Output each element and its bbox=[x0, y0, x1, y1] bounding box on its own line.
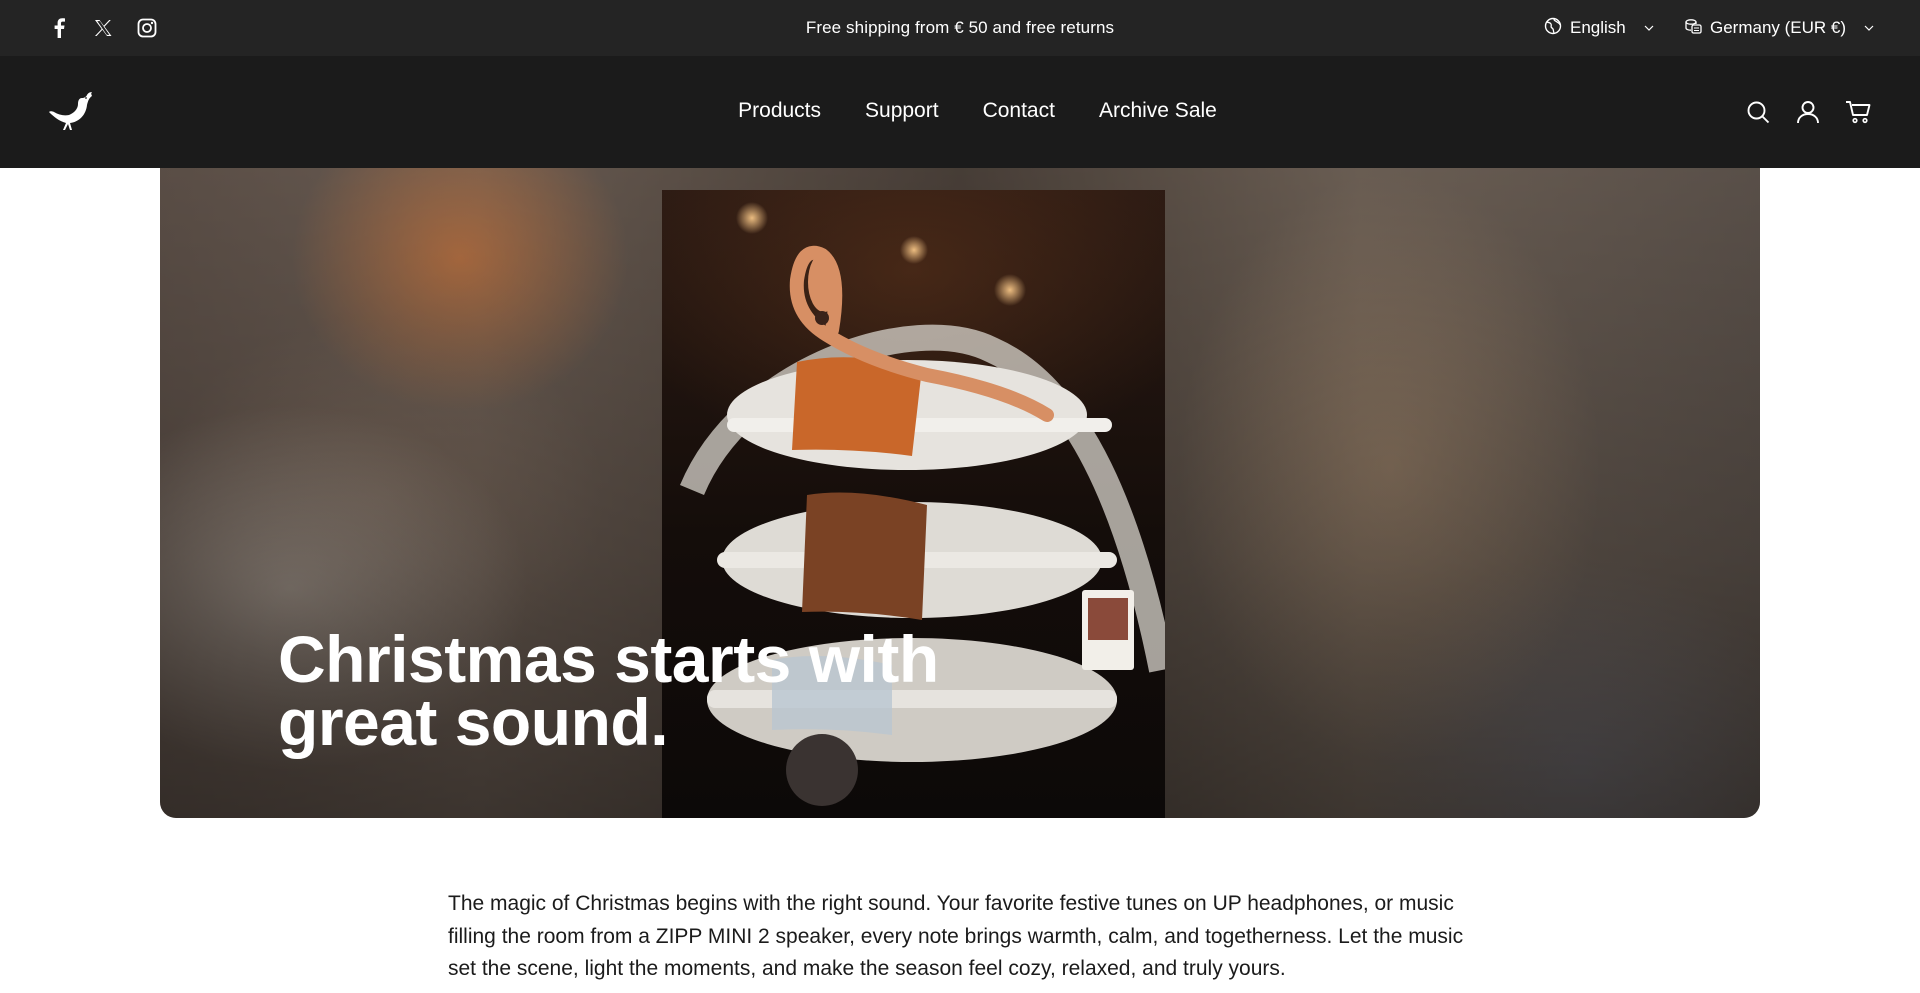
chevron-down-icon bbox=[1644, 25, 1654, 31]
globe-icon bbox=[1544, 17, 1562, 40]
country-label: Germany (EUR €) bbox=[1710, 18, 1847, 37]
account-icon[interactable] bbox=[1795, 98, 1821, 126]
language-selector[interactable]: English bbox=[1544, 16, 1654, 40]
chevron-down-icon bbox=[1864, 25, 1874, 31]
site-header: Products Support Contact Archive Sale bbox=[0, 56, 1920, 168]
announcement-bar: Free shipping from € 50 and free returns… bbox=[0, 0, 1920, 56]
currency-icon bbox=[1684, 17, 1702, 40]
intro-text: The magic of Christmas begins with the r… bbox=[448, 892, 1464, 980]
hero-banner[interactable]: Christmas starts with great sound. bbox=[160, 168, 1760, 818]
nav-item-products[interactable]: Products bbox=[738, 98, 821, 124]
language-label: English bbox=[1570, 18, 1626, 37]
header-actions bbox=[1745, 98, 1871, 126]
nav-item-archive-sale[interactable]: Archive Sale bbox=[1099, 98, 1217, 124]
search-icon[interactable] bbox=[1745, 98, 1771, 126]
main-nav: Products Support Contact Archive Sale bbox=[0, 98, 1920, 124]
nav-item-contact[interactable]: Contact bbox=[983, 98, 1055, 124]
country-selector[interactable]: Germany (EUR €) bbox=[1684, 16, 1874, 40]
nav-item-support[interactable]: Support bbox=[865, 98, 939, 124]
hero-title: Christmas starts with great sound. bbox=[278, 622, 939, 759]
cart-icon[interactable] bbox=[1845, 98, 1871, 126]
